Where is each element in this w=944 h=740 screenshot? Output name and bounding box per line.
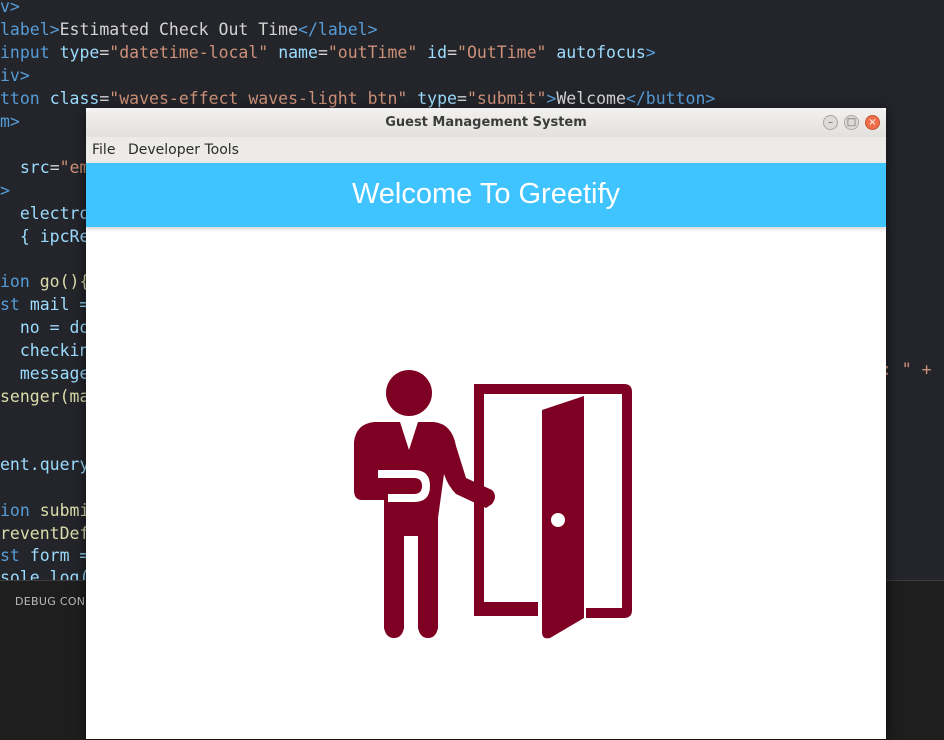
code-text: class — [49, 89, 100, 108]
code-text: iv> — [0, 66, 30, 85]
code-text: mail = — [29, 295, 90, 314]
code-line: ion go(){ — [0, 270, 89, 293]
code-line: label>Estimated Check Out Time</label> — [0, 18, 378, 41]
code-text: submi — [39, 501, 90, 520]
code-line: tton class="waves-effect waves-light btn… — [0, 89, 716, 108]
code-text: type — [417, 89, 457, 108]
code-text: src — [19, 158, 50, 177]
code-text: m> — [0, 112, 20, 131]
window-titlebar[interactable]: Guest Management System – □ × — [86, 108, 886, 137]
guest-entering-door-icon — [354, 370, 632, 639]
code-text: > — [0, 181, 10, 200]
code-text: go(){ — [39, 272, 90, 291]
code-text: form = — [29, 546, 90, 565]
code-text: type — [59, 43, 100, 62]
code-line: electron — [0, 202, 99, 225]
close-icon: × — [868, 117, 877, 128]
code-text: Estimated Check Out Time — [59, 20, 299, 39]
code-text: Welcome — [556, 89, 626, 108]
code-line: v> — [0, 0, 20, 18]
code-text: ion — [0, 501, 30, 520]
code-line: sole.log( — [0, 566, 89, 580]
code-text: autofocus — [556, 43, 646, 62]
code-text: ion — [0, 272, 30, 291]
code-text: st — [0, 295, 20, 314]
code-text: label> — [0, 20, 60, 39]
code-line: src="ema — [19, 158, 100, 177]
window-title: Guest Management System — [385, 115, 587, 130]
close-button[interactable]: × — [865, 115, 880, 130]
code-text: sole.log( — [0, 568, 90, 580]
code-text: tton — [0, 89, 40, 108]
code-line: st form = — [0, 544, 89, 567]
menu-file[interactable]: File — [92, 142, 115, 158]
code-text: </label> — [298, 20, 378, 39]
code-line: reventDef — [0, 522, 89, 545]
code-line: m> — [0, 110, 20, 133]
code-text: ent.query — [0, 455, 90, 474]
code-text: "datetime-local" — [109, 43, 269, 62]
code-line: no = doc — [0, 316, 99, 339]
code-line: senger(ma — [0, 385, 89, 408]
code-line: message — [0, 362, 90, 385]
maximize-icon: □ — [846, 117, 857, 128]
code-text: "submit" — [466, 89, 547, 108]
code-text: st — [0, 546, 20, 565]
code-line: ion submi — [0, 499, 89, 522]
code-text: checkin — [19, 341, 90, 360]
minimize-icon: – — [828, 117, 833, 128]
code-text: > — [645, 43, 656, 62]
code-line: { ipcRen — [0, 225, 99, 248]
minimize-button[interactable]: – — [823, 115, 838, 130]
code-text: </button> — [625, 89, 716, 108]
code-text: "waves-effect waves-light btn" — [109, 89, 408, 108]
code-text: name — [278, 43, 318, 62]
page-title: Welcome To Greetify — [351, 178, 621, 210]
code-line: iv> — [0, 64, 30, 87]
code-text: "OutTime" — [457, 43, 547, 62]
maximize-button[interactable]: □ — [844, 115, 859, 130]
code-text: "outTime" — [327, 43, 418, 62]
code-text: reventDef — [0, 524, 90, 543]
code-text: input — [0, 43, 50, 62]
menu-developer-tools[interactable]: Developer Tools — [128, 142, 239, 158]
menu-bar: File Developer Tools — [86, 137, 886, 164]
app-header: Welcome To Greetify — [86, 163, 886, 227]
app-window: Guest Management System – □ × File Devel… — [86, 108, 886, 739]
code-text: senger(ma — [0, 387, 90, 406]
code-line: input type="datetime-local" name="outTim… — [0, 43, 656, 62]
code-line: checkin — [0, 339, 90, 362]
code-line: ent.query — [0, 453, 89, 476]
code-text: v> — [0, 0, 20, 16]
debug-console-tab[interactable]: DEBUG CON — [15, 595, 85, 608]
code-line: st mail = — [0, 293, 89, 316]
code-text: message — [19, 364, 90, 383]
code-text: id — [427, 43, 448, 62]
code-line: > — [0, 179, 10, 202]
